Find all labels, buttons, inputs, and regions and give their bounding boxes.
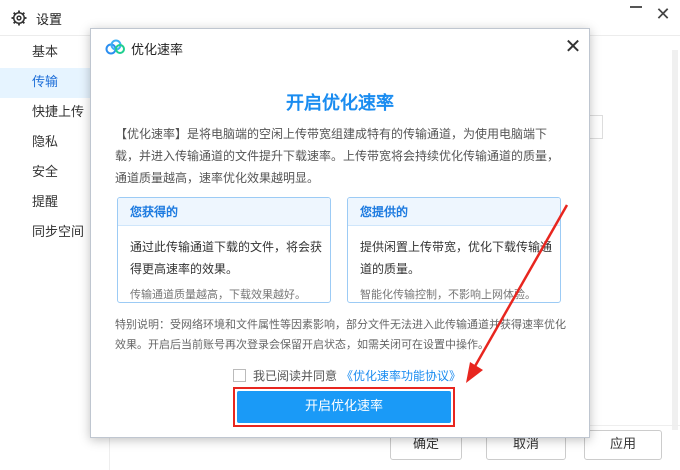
agreement-checkbox[interactable] (233, 369, 246, 382)
dialog-description: 【优化速率】是将电脑端的空闲上传带宽组建成特有的传输通道，为使用电脑端下载，并进… (115, 127, 560, 185)
card-you-provide-note: 智能化传输控制，不影响上网体验。 (360, 288, 536, 301)
cloud-logo-icon (105, 39, 125, 55)
card-you-get-note: 传输通道质量越高，下载效果越好。 (130, 288, 306, 301)
card-you-get-title: 您获得的 (118, 198, 330, 226)
dialog-header: 优化速率 ✕ (91, 29, 589, 65)
dialog-close-button[interactable]: ✕ (561, 34, 585, 58)
card-you-provide: 您提供的 提供闲置上传带宽，优化下载传输通道的质量。 智能化传输控制，不影响上网… (347, 197, 561, 303)
special-note: 特别说明：受网络环境和文件属性等因素影响，部分文件无法进入此传输通道并获得速率优… (115, 318, 566, 351)
agreement-label: 我已阅读并同意 (253, 369, 338, 383)
dialog-title: 优化速率 (131, 43, 184, 58)
agreement-link[interactable]: 《优化速率功能协议》 (341, 367, 461, 384)
scrollbar[interactable] (672, 50, 678, 430)
dialog-heading: 开启优化速率 (286, 93, 394, 114)
card-you-get: 您获得的 通过此传输通道下载的文件，将会获得更高速率的效果。 传输通道质量越高，… (117, 197, 331, 303)
card-you-provide-title: 您提供的 (348, 198, 560, 226)
minimize-button[interactable] (630, 6, 642, 8)
optimize-speed-dialog: 优化速率 ✕ 开启优化速率 【优化速率】是将电脑端的空闲上传带宽组建成特有的传输… (90, 28, 590, 438)
window-title: 设置 (36, 13, 63, 28)
apply-button[interactable]: 应用 (584, 430, 662, 460)
window-close-button[interactable]: ✕ (654, 6, 672, 24)
card-you-get-body: 通过此传输通道下载的文件，将会获得更高速率的效果。 (130, 240, 323, 276)
gear-icon (11, 10, 27, 26)
card-you-provide-body: 提供闲置上传带宽，优化下载传输通道的质量。 (360, 240, 553, 276)
enable-optimize-button[interactable]: 开启优化速率 (237, 391, 451, 423)
